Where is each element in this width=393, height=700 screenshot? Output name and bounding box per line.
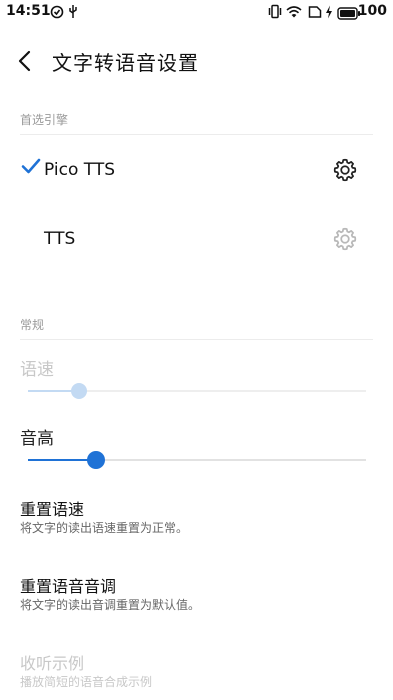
page-title: 文字转语音设置 (52, 51, 199, 75)
engine-settings-button-tts (332, 226, 358, 252)
slider-thumb (71, 383, 87, 399)
checkmark-icon (21, 156, 41, 181)
engine-label: Pico TTS (44, 160, 116, 180)
item-title: 重置语速 (20, 500, 85, 519)
back-arrow-icon (10, 50, 40, 80)
divider (20, 339, 373, 340)
section-header-preferred-engine: 首选引擎 (20, 113, 69, 127)
speech-rate-label: 语速 (20, 360, 54, 380)
no-sim-icon (308, 4, 322, 23)
listen-example-item: 收听示例 播放简短的语音合成示例 (0, 642, 393, 698)
item-subtitle: 将文字的读出音调重置为默认值。 (20, 598, 201, 612)
reset-speech-rate-item[interactable]: 重置语速 将文字的读出语速重置为正常。 (0, 488, 393, 544)
slider-thumb[interactable] (87, 451, 105, 469)
pitch-slider[interactable] (28, 449, 366, 471)
back-button[interactable] (10, 46, 44, 76)
status-bar: 14:51 100 (0, 0, 393, 24)
section-header-general: 常规 (20, 318, 45, 332)
gear-icon (332, 158, 358, 187)
vibrate-icon (268, 4, 282, 23)
item-title: 收听示例 (20, 654, 85, 673)
usb-icon (68, 4, 78, 23)
engine-label: TTS (44, 229, 76, 249)
slider-fill (28, 459, 96, 461)
speech-rate-slider (28, 380, 366, 402)
item-subtitle: 将文字的读出语速重置为正常。 (20, 521, 189, 535)
reset-pitch-item[interactable]: 重置语音音调 将文字的读出音调重置为默认值。 (0, 565, 393, 621)
divider (20, 134, 373, 135)
pitch-label: 音高 (20, 429, 54, 449)
item-subtitle: 播放简短的语音合成示例 (20, 675, 153, 689)
item-title: 重置语音音调 (20, 577, 117, 596)
status-time: 14:51 (6, 3, 51, 19)
charging-icon (325, 4, 333, 23)
sync-icon (50, 4, 64, 23)
wifi-icon (286, 4, 302, 23)
engine-settings-button-pico-tts[interactable] (332, 157, 358, 183)
gear-icon (332, 227, 358, 256)
battery-level: 100 (357, 3, 387, 19)
